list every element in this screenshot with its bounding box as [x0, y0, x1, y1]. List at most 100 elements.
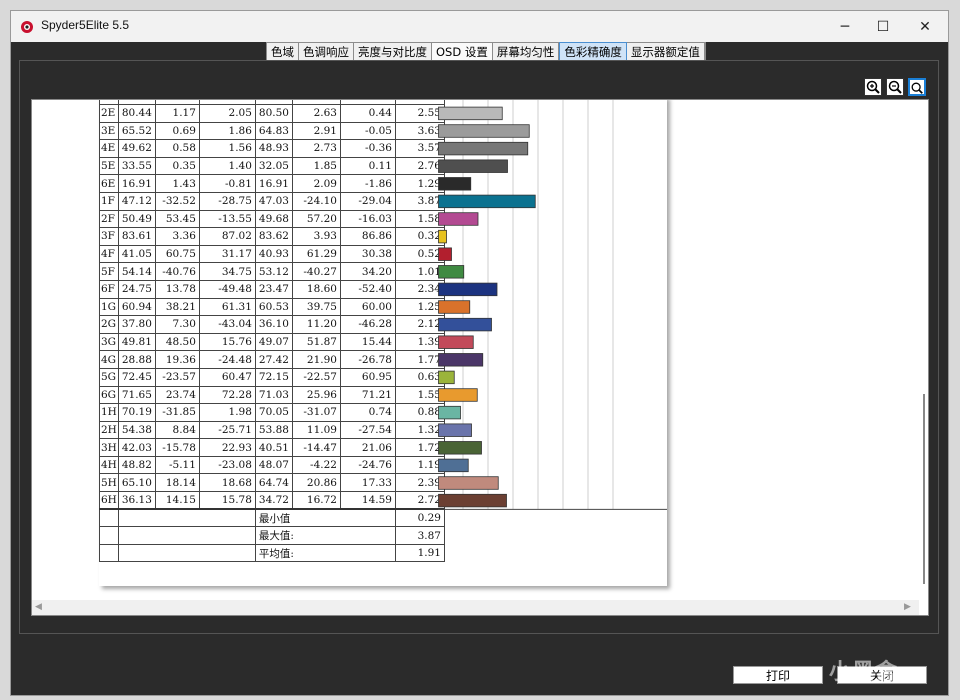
- cell-b2: 60.95: [339, 367, 396, 387]
- cell-a1: 48.50: [154, 332, 200, 352]
- cell-l2: 27.42: [254, 350, 293, 369]
- cell-a2: 3.93: [291, 227, 341, 246]
- cell-b2: -27.54: [339, 420, 396, 440]
- cell-a1: 3.36: [154, 227, 200, 246]
- zoom-out-icon[interactable]: [886, 78, 904, 96]
- chart-bar-6G: [438, 388, 478, 402]
- cell-l1: 24.75: [117, 279, 156, 299]
- spyder-app-icon: [21, 21, 33, 33]
- chart-bar-3E: [438, 124, 530, 138]
- cell-l1: 72.45: [117, 367, 156, 387]
- cell-b1: 1.86: [198, 121, 256, 141]
- table-row: 3F 83.61 3.36 87.02 83.62 3.93 86.86 0.32: [99, 227, 445, 246]
- cell-b1: 31.17: [198, 244, 256, 264]
- cell-b1: 1.56: [198, 139, 256, 158]
- cell-a1: 23.74: [154, 385, 200, 405]
- chart-bar-5E: [438, 159, 508, 173]
- cell-l1: 71.65: [117, 385, 156, 405]
- cell-a1: 18.14: [154, 473, 200, 493]
- cell-b2: 0.44: [339, 104, 396, 123]
- cell-id: 4H: [99, 455, 119, 475]
- close-window-button[interactable]: ✕: [905, 11, 945, 42]
- delta-e-bar-chart: [438, 100, 667, 510]
- table-row: 4E 49.62 0.58 1.56 48.93 2.73 -0.36 3.57: [99, 139, 445, 158]
- chart-bar-5F: [438, 265, 465, 279]
- cell-l2: 64.83: [254, 121, 293, 141]
- cell-b2: -0.05: [339, 121, 396, 141]
- cell-a2: 39.75: [291, 297, 341, 317]
- table-row: 2G 37.80 7.30 -43.04 36.10 11.20 -46.28 2.12: [99, 315, 445, 334]
- cell-b1: -49.48: [198, 279, 256, 299]
- cell-a1: -23.57: [154, 367, 200, 387]
- cell-a1: 1.17: [154, 104, 200, 123]
- cell-id: 6G: [99, 385, 119, 405]
- horizontal-scrollbar[interactable]: ◀ ▶: [32, 600, 919, 615]
- cell-a2: 11.20: [291, 315, 341, 334]
- table-row: 1H 70.19 -31.85 1.98 70.05 -31.07 0.74 0.88: [99, 403, 445, 422]
- cell-l2: 16.91: [254, 174, 293, 193]
- cell-id: 5H: [99, 473, 119, 493]
- maximize-button[interactable]: ☐: [863, 11, 903, 42]
- cell-a1: -32.52: [154, 191, 200, 211]
- cell-a2: 20.86: [291, 473, 341, 493]
- cell-l2: 48.07: [254, 455, 293, 475]
- zoom-in-icon[interactable]: [864, 78, 882, 96]
- cell-b1: -24.48: [198, 350, 256, 369]
- cell-l2: 83.62: [254, 227, 293, 246]
- table-row: 2E 80.44 1.17 2.05 80.50 2.63 0.44 2.55: [99, 104, 445, 123]
- zoom-fit-icon[interactable]: [908, 78, 926, 96]
- table-row: 2H 54.38 8.84 -25.71 53.88 11.09 -27.54 1.32: [99, 420, 445, 440]
- chart-bar-3G: [438, 335, 474, 349]
- chart-bar-4H: [438, 458, 469, 473]
- cell-id: 1F: [99, 191, 119, 211]
- cell-id: 4E: [99, 139, 119, 158]
- cell-b2: -52.40: [339, 279, 396, 299]
- cell-b1: -0.81: [198, 174, 256, 193]
- cell-l1: 65.52: [117, 121, 156, 141]
- cell-l2: 49.07: [254, 332, 293, 352]
- cell-b1: -13.55: [198, 209, 256, 229]
- summary-row: 最大值: 3.87: [99, 526, 445, 545]
- cell-a2: -31.07: [291, 403, 341, 422]
- cell-a1: 0.35: [154, 156, 200, 176]
- chart-bar-1G: [438, 300, 471, 314]
- minimize-button[interactable]: ─: [825, 11, 865, 42]
- cell-id: 3G: [99, 332, 119, 352]
- cell-a1: -40.76: [154, 262, 200, 281]
- cell-l2: 71.03: [254, 385, 293, 405]
- vertical-scrollbar[interactable]: [919, 100, 928, 600]
- vertical-scroll-thumb[interactable]: [923, 394, 925, 584]
- cell-b2: -0.36: [339, 139, 396, 158]
- cell-a2: 18.60: [291, 279, 341, 299]
- scroll-left-icon[interactable]: ◀: [35, 602, 42, 612]
- print-button[interactable]: 打印: [733, 666, 823, 684]
- cell-b1: 2.05: [198, 104, 256, 123]
- cell-l1: 49.81: [117, 332, 156, 352]
- cell-id: 4F: [99, 244, 119, 264]
- cell-a2: 2.73: [291, 139, 341, 158]
- table-row: 1F 47.12 -32.52 -28.75 47.03 -24.10 -29.04 3.87: [99, 191, 445, 211]
- cell-l2: 47.03: [254, 191, 293, 211]
- cell-id: 6E: [99, 174, 119, 193]
- table-row: 2F 50.49 53.45 -13.55 49.68 57.20 -16.03 1.58: [99, 209, 445, 229]
- cell-a2: 21.90: [291, 350, 341, 369]
- cell-a1: 13.78: [154, 279, 200, 299]
- cell-l2: 70.05: [254, 403, 293, 422]
- cell-b2: 34.20: [339, 262, 396, 281]
- cell-l2: 23.47: [254, 279, 293, 299]
- cell-l2: 48.93: [254, 139, 293, 158]
- cell-b1: -23.08: [198, 455, 256, 475]
- scroll-right-icon[interactable]: ▶: [904, 602, 911, 612]
- cell-b2: 14.59: [339, 491, 396, 510]
- cell-l1: 50.49: [117, 209, 156, 229]
- table-row: 5E 33.55 0.35 1.40 32.05 1.85 0.11 2.76: [99, 156, 445, 176]
- cell-l1: 41.05: [117, 244, 156, 264]
- cell-a2: 2.63: [291, 104, 341, 123]
- cell-b2: -46.28: [339, 315, 396, 334]
- cell-b1: 15.78: [198, 491, 256, 510]
- cell-id: 2E: [99, 104, 119, 123]
- cell-a2: -4.22: [291, 455, 341, 475]
- chart-bar-4G: [438, 353, 484, 367]
- cell-l2: 80.50: [254, 104, 293, 123]
- summary-empty-cell: [99, 526, 119, 545]
